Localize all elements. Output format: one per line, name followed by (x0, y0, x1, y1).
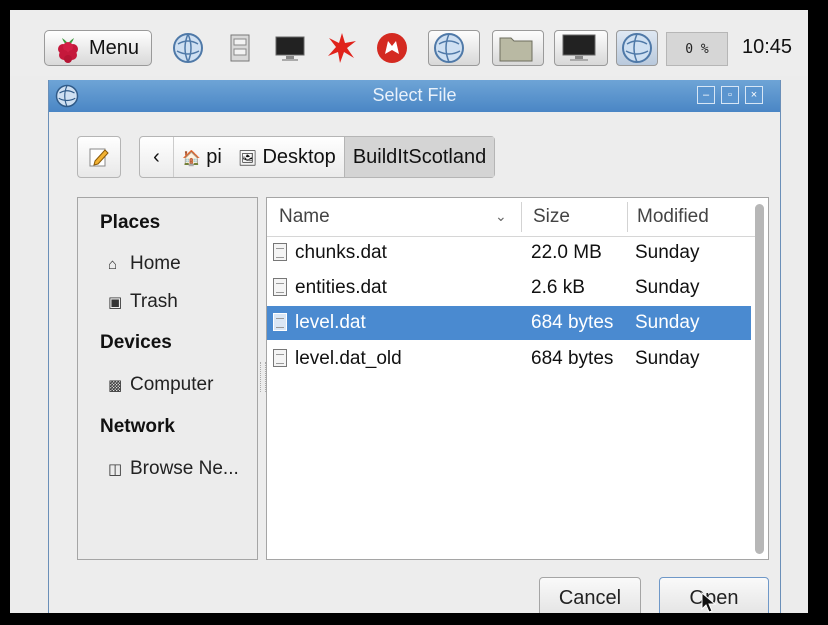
path-segment-builditscotland[interactable]: BuildItScotland (343, 137, 495, 177)
column-modified[interactable]: Modified (637, 206, 709, 228)
network-icon: ◫ (108, 461, 123, 478)
path-segment-label: Desktop (262, 146, 336, 168)
mathematica-icon[interactable] (326, 32, 358, 64)
sidebar-item-browse-network[interactable]: ◫ Browse Ne... (108, 458, 239, 480)
path-segment-desktop[interactable]: 🖼 Desktop (230, 137, 344, 177)
file-list: Name ⌄ Size Modified chunks.dat 22.0 MB … (266, 197, 769, 560)
desktop: Menu 0 % 10:45 Select File – ▫ × ‹ 🏠 pi … (10, 10, 808, 613)
path-segment-pi[interactable]: 🏠 pi (174, 137, 230, 177)
file-size: 684 bytes (531, 312, 614, 333)
file-icon (273, 278, 287, 296)
edit-icon (89, 148, 109, 167)
column-name[interactable]: Name (279, 206, 330, 228)
close-button[interactable]: × (745, 86, 763, 104)
maximize-button[interactable]: ▫ (721, 86, 739, 104)
taskbar-window-file-manager[interactable] (492, 30, 544, 66)
file-icon (273, 349, 287, 367)
file-row-selected[interactable]: level.dat 684 bytes Sunday (267, 306, 751, 340)
file-modified: Sunday (635, 277, 700, 298)
minimize-button[interactable]: – (697, 86, 715, 104)
taskbar-window-browser[interactable] (428, 30, 480, 66)
sidebar-item-label: Home (130, 253, 181, 274)
menu-button[interactable]: Menu (44, 30, 152, 66)
chevron-left-icon: ‹ (153, 146, 160, 168)
taskbar-window-terminal[interactable] (554, 30, 608, 66)
sidebar-item-computer[interactable]: ▩ Computer (108, 374, 213, 396)
sidebar-item-home[interactable]: ⌂ Home (108, 253, 181, 275)
file-name: entities.dat (295, 277, 387, 298)
chevron-down-icon[interactable]: ⌄ (495, 208, 507, 225)
type-location-button[interactable] (77, 136, 121, 178)
terminal-window-icon (562, 34, 596, 61)
file-size: 22.0 MB (531, 242, 602, 263)
browser-icon[interactable] (172, 32, 204, 64)
file-icon (273, 243, 287, 261)
file-size: 684 bytes (531, 348, 614, 369)
sidebar-item-label: Computer (130, 374, 214, 395)
trash-icon: ▣ (108, 294, 123, 311)
select-file-dialog: Select File – ▫ × ‹ 🏠 pi 🖼 Desktop Build… (48, 80, 781, 613)
terminal-icon[interactable] (274, 32, 306, 64)
browser-window-icon (622, 33, 652, 63)
cpu-monitor[interactable]: 0 % (666, 32, 728, 66)
places-sidebar: Places ⌂ Home ▣ Trash Devices ▩ Computer Ne… (77, 197, 258, 560)
column-separator[interactable] (521, 202, 522, 232)
taskbar: Menu 0 % 10:45 (10, 10, 808, 76)
column-header: Name ⌄ Size Modified (267, 198, 757, 237)
file-size: 2.6 kB (531, 277, 585, 298)
clock[interactable]: 10:45 (742, 36, 792, 59)
devices-heading: Devices (100, 332, 172, 353)
menu-label: Menu (89, 37, 140, 59)
sidebar-item-label: Browse Ne... (130, 458, 239, 479)
file-row[interactable]: chunks.dat 22.0 MB Sunday (267, 236, 751, 270)
path-back-button[interactable]: ‹ (140, 137, 174, 177)
file-row[interactable]: entities.dat 2.6 kB Sunday (267, 271, 751, 305)
home-icon: ⌂ (108, 256, 118, 273)
computer-icon: ▩ (108, 377, 123, 394)
vertical-scrollbar[interactable] (755, 204, 764, 554)
file-name: level.dat (295, 312, 366, 333)
folder-window-icon (499, 37, 533, 62)
network-heading: Network (100, 416, 175, 437)
path-segment-label: BuildItScotland (352, 146, 487, 168)
dialog-title: Select File (372, 85, 457, 105)
home-folder-icon: 🏠 (182, 150, 201, 167)
file-manager-icon[interactable] (224, 32, 256, 64)
file-name: level.dat_old (295, 348, 402, 369)
mouse-pointer-icon (701, 592, 717, 613)
file-modified: Sunday (635, 348, 700, 369)
raspberry-icon (58, 38, 78, 63)
sidebar-item-label: Trash (130, 291, 178, 312)
wolfram-icon[interactable] (376, 32, 408, 64)
taskbar-window-browser-2[interactable] (616, 30, 658, 66)
file-modified: Sunday (635, 312, 700, 333)
path-bar: ‹ 🏠 pi 🖼 Desktop BuildItScotland (139, 136, 496, 178)
file-icon (273, 313, 287, 331)
places-heading: Places (100, 212, 161, 233)
cancel-button[interactable]: Cancel (539, 577, 641, 613)
file-modified: Sunday (635, 242, 700, 263)
file-name: chunks.dat (295, 242, 387, 263)
browser-window-icon (434, 33, 464, 63)
path-segment-label: pi (206, 146, 222, 168)
sidebar-item-trash[interactable]: ▣ Trash (108, 291, 178, 313)
column-size[interactable]: Size (533, 206, 570, 228)
file-row[interactable]: level.dat_old 684 bytes Sunday (267, 342, 751, 376)
dialog-titlebar[interactable]: Select File – ▫ × (49, 80, 780, 112)
column-separator[interactable] (627, 202, 628, 232)
desktop-folder-icon: 🖼 (237, 150, 257, 167)
